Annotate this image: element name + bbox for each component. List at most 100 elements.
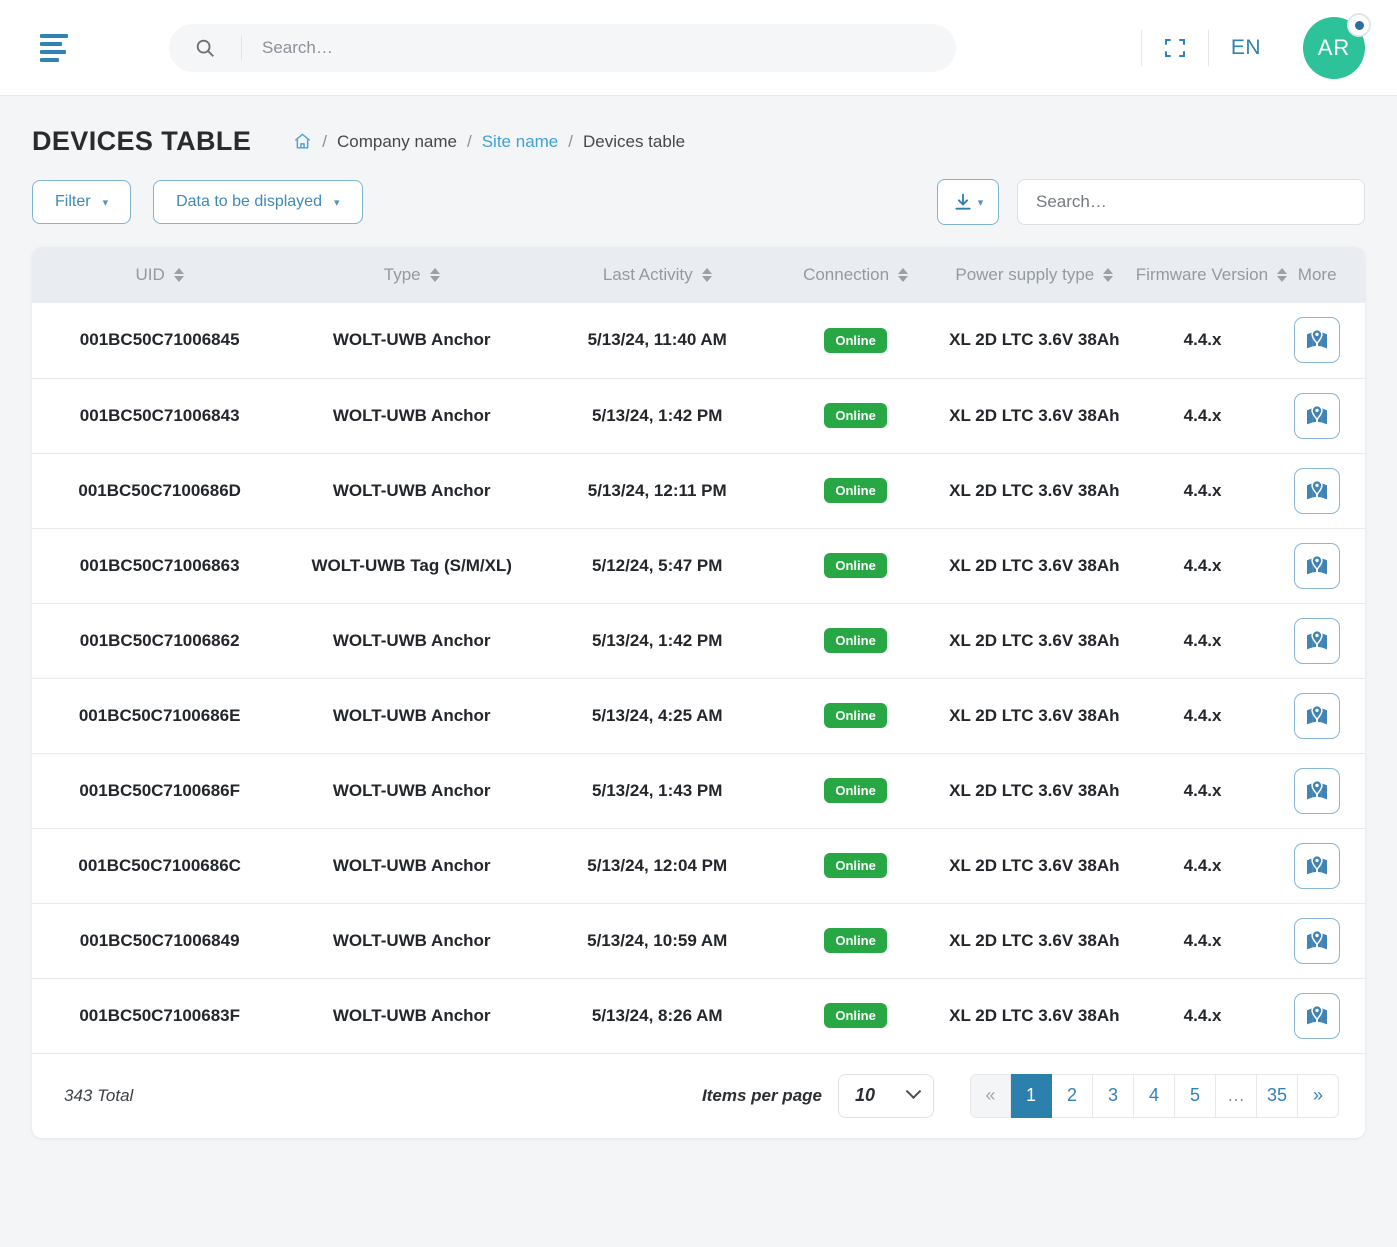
- view-on-map-button[interactable]: [1294, 317, 1341, 364]
- cell-uid: 001BC50C7100686E: [32, 678, 288, 754]
- table-row[interactable]: 001BC50C7100686F WOLT-UWB Anchor 5/13/24, …: [32, 753, 1365, 829]
- cell-last-activity: 5/13/24, 11:40 AM: [536, 303, 779, 379]
- cell-firmware-version: 4.4.x: [1135, 753, 1270, 829]
- table-row[interactable]: 001BC50C7100683F WOLT-UWB Anchor 5/13/24, …: [32, 978, 1365, 1054]
- map-pin-icon: [1307, 854, 1328, 874]
- cell-connection: Online: [778, 603, 933, 679]
- view-on-map-button[interactable]: [1294, 392, 1341, 439]
- pagination-item-1[interactable]: 1: [1011, 1073, 1052, 1118]
- cell-more: [1269, 378, 1365, 454]
- cell-power-supply-type: XL 2D LTC 3.6V 38Ah: [932, 903, 1136, 979]
- table-row[interactable]: 001BC50C71006843 WOLT-UWB Anchor 5/13/24, …: [32, 378, 1365, 454]
- cell-last-activity: 5/12/24, 5:47 PM: [536, 528, 779, 604]
- language-selector[interactable]: EN: [1209, 0, 1283, 96]
- pagination-item-35[interactable]: 35: [1257, 1073, 1298, 1118]
- status-badge: Online: [824, 928, 887, 953]
- breadcrumb-separator: /: [466, 131, 472, 151]
- cell-connection: Online: [778, 528, 933, 604]
- column-header-power-supply-type[interactable]: Power supply type: [933, 247, 1136, 303]
- top-bar-actions: EN AR: [1141, 0, 1397, 96]
- status-badge: Online: [824, 778, 887, 803]
- view-on-map-button[interactable]: [1294, 992, 1341, 1039]
- data-to-be-displayed-button[interactable]: Data to be displayed ▾: [153, 180, 363, 224]
- cell-uid: 001BC50C7100683F: [32, 978, 288, 1054]
- column-header-connection[interactable]: Connection: [778, 247, 933, 303]
- cell-more: [1269, 603, 1365, 679]
- table-row[interactable]: 001BC50C71006863 WOLT-UWB Tag (S/M/XL) 5/1…: [32, 528, 1365, 604]
- filter-button[interactable]: Filter ▾: [32, 180, 132, 224]
- cell-type: WOLT-UWB Anchor: [287, 978, 537, 1054]
- cell-last-activity: 5/13/24, 8:26 AM: [536, 978, 779, 1054]
- table-row[interactable]: 001BC50C71006845 WOLT-UWB Anchor 5/13/24, …: [32, 303, 1365, 379]
- pagination-item-2[interactable]: 2: [1052, 1073, 1093, 1118]
- status-badge: Online: [824, 478, 887, 503]
- sort-icon[interactable]: [898, 268, 909, 282]
- cell-type: WOLT-UWB Tag (S/M/XL): [287, 528, 537, 604]
- cell-last-activity: 5/13/24, 4:25 AM: [536, 678, 779, 754]
- chevron-down-icon: ▾: [102, 196, 109, 209]
- breadcrumb-item-company[interactable]: Company name: [337, 132, 457, 152]
- chevron-down-icon: ▾: [333, 196, 340, 209]
- cell-last-activity: 5/13/24, 1:43 PM: [536, 753, 779, 829]
- sort-icon[interactable]: [429, 268, 440, 282]
- cell-firmware-version: 4.4.x: [1135, 903, 1270, 979]
- table-row[interactable]: 001BC50C7100686D WOLT-UWB Anchor 5/13/24, …: [32, 453, 1365, 529]
- cell-power-supply-type: XL 2D LTC 3.6V 38Ah: [932, 603, 1136, 679]
- column-header-uid[interactable]: UID: [32, 247, 287, 303]
- search-icon: [169, 37, 241, 59]
- cell-power-supply-type: XL 2D LTC 3.6V 38Ah: [932, 828, 1136, 904]
- cell-firmware-version: 4.4.x: [1135, 528, 1270, 604]
- breadcrumb-separator: /: [322, 131, 327, 151]
- pagination-item-4[interactable]: 4: [1134, 1073, 1175, 1118]
- global-search-input[interactable]: [242, 36, 956, 59]
- column-header-firmware-version[interactable]: Firmware Version: [1136, 247, 1288, 303]
- cell-power-supply-type: XL 2D LTC 3.6V 38Ah: [932, 978, 1136, 1054]
- sort-icon[interactable]: [701, 268, 712, 282]
- cell-uid: 001BC50C71006843: [32, 378, 288, 454]
- map-pin-icon: [1307, 329, 1328, 349]
- map-pin-icon: [1307, 929, 1328, 949]
- view-on-map-button[interactable]: [1294, 917, 1341, 964]
- pagination-item-5[interactable]: 5: [1175, 1073, 1216, 1118]
- cell-more: [1269, 978, 1365, 1054]
- global-search[interactable]: [169, 23, 956, 72]
- cell-uid: 001BC50C7100686D: [32, 453, 288, 529]
- status-badge: Online: [824, 1003, 887, 1028]
- home-icon[interactable]: [293, 132, 312, 151]
- column-header-type[interactable]: Type: [287, 247, 536, 303]
- cell-connection: Online: [778, 978, 933, 1054]
- table-row[interactable]: 001BC50C7100686E WOLT-UWB Anchor 5/13/24, …: [32, 678, 1365, 754]
- map-pin-icon: [1307, 479, 1328, 499]
- table-search-input[interactable]: [1017, 179, 1365, 225]
- view-on-map-button[interactable]: [1294, 842, 1341, 889]
- items-per-page-select[interactable]: 10: [838, 1073, 934, 1118]
- column-header-last-activity[interactable]: Last Activity: [536, 247, 778, 303]
- hamburger-icon[interactable]: [40, 33, 72, 63]
- breadcrumb-item-site[interactable]: Site name: [482, 132, 559, 152]
- view-on-map-button[interactable]: [1294, 617, 1341, 664]
- export-download-button[interactable]: ▾: [937, 179, 999, 225]
- sort-icon[interactable]: [173, 268, 184, 282]
- view-on-map-button[interactable]: [1294, 767, 1341, 814]
- cell-last-activity: 5/13/24, 12:11 PM: [536, 453, 779, 529]
- view-on-map-button[interactable]: [1294, 467, 1341, 514]
- cell-type: WOLT-UWB Anchor: [287, 453, 537, 529]
- view-on-map-button[interactable]: [1294, 692, 1341, 739]
- column-label: Type: [383, 265, 421, 284]
- fullscreen-icon[interactable]: [1142, 0, 1208, 96]
- cell-more: [1269, 903, 1365, 979]
- view-on-map-button[interactable]: [1294, 542, 1341, 589]
- sort-icon[interactable]: [1277, 268, 1288, 282]
- table-row[interactable]: 001BC50C71006849 WOLT-UWB Anchor 5/13/24, …: [32, 903, 1365, 979]
- cell-uid: 001BC50C7100686C: [32, 828, 288, 904]
- sort-icon[interactable]: [1103, 268, 1114, 282]
- pagination-item-3[interactable]: 3: [1093, 1073, 1134, 1118]
- table-row[interactable]: 001BC50C71006862 WOLT-UWB Anchor 5/13/24, …: [32, 603, 1365, 679]
- pagination-item-«[interactable]: «: [970, 1073, 1011, 1118]
- chevron-down-icon: [905, 1083, 922, 1100]
- cell-firmware-version: 4.4.x: [1135, 378, 1270, 454]
- cell-power-supply-type: XL 2D LTC 3.6V 38Ah: [932, 303, 1136, 379]
- pagination-item-»[interactable]: »: [1298, 1073, 1339, 1118]
- cell-uid: 001BC50C71006845: [32, 303, 288, 379]
- table-row[interactable]: 001BC50C7100686C WOLT-UWB Anchor 5/13/24, …: [32, 828, 1365, 904]
